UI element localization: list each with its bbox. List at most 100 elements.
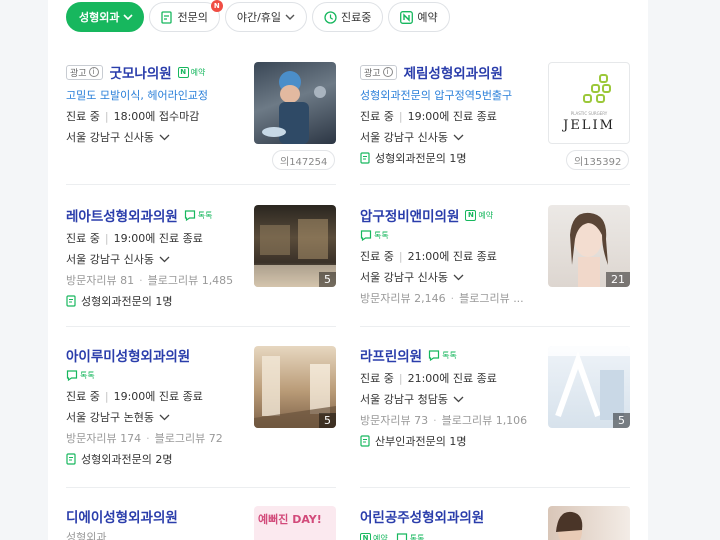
blog-reviews[interactable]: 블로그리뷰 1,485: [148, 272, 234, 288]
naver-booking-icon: N: [465, 209, 477, 221]
clinic-photo[interactable]: 21: [548, 205, 630, 287]
open-status: 진료 중: [66, 390, 100, 403]
chat-icon: [429, 349, 440, 361]
visitor-reviews[interactable]: 방문자리뷰 2,146: [360, 290, 446, 306]
logo-text: JELIM: [563, 118, 615, 133]
visitor-reviews[interactable]: 방문자리뷰 73: [360, 412, 428, 428]
filter-category-chip[interactable]: 성형외과: [66, 2, 145, 32]
registration-number: 의147254: [272, 150, 336, 170]
talk-tag: 톡톡: [396, 532, 424, 540]
visitor-reviews[interactable]: 방문자리뷰 81: [66, 272, 134, 288]
clinic-category: 성형외과: [66, 531, 107, 540]
filter-reservation-chip[interactable]: 예약: [388, 2, 450, 32]
talk-tag: 톡톡: [360, 229, 389, 241]
clinic-name[interactable]: 라프린의원: [360, 345, 422, 365]
specialist-count: 산부인과전문의 1명: [375, 435, 467, 448]
open-status: 진료 중: [66, 110, 100, 123]
filter-open-now-chip[interactable]: 진료중: [312, 2, 384, 32]
filter-specialist-label: 전문의: [177, 11, 208, 24]
clock-icon: [324, 10, 337, 24]
chevron-down-icon: [285, 14, 295, 21]
naver-booking-icon: [400, 10, 414, 24]
clinic-name[interactable]: 제림성형외과의원: [404, 62, 503, 82]
blog-reviews[interactable]: 블로그리뷰 72: [155, 430, 223, 446]
clinic-location: 서울 강남구 신사동: [66, 253, 154, 266]
filter-night-holiday-chip[interactable]: 야간/휴일: [224, 2, 308, 32]
clinic-photo[interactable]: [548, 506, 630, 540]
specialist-count: 성형외과전문의 1명: [375, 152, 467, 165]
closing-time: 19:00에 진료 종료: [113, 390, 203, 403]
talk-tag: 톡톡: [428, 349, 457, 361]
document-icon: [66, 295, 76, 307]
ad-badge[interactable]: 광고 i: [66, 64, 103, 80]
clinic-photo[interactable]: 5: [254, 205, 336, 287]
chevron-down-icon: [453, 396, 464, 402]
document-icon: [360, 435, 370, 447]
photo-count: 5: [319, 413, 336, 428]
chevron-down-icon: [159, 414, 170, 420]
ad-badge[interactable]: 광고 i: [360, 64, 397, 80]
document-icon: [66, 453, 76, 465]
info-icon: i: [382, 67, 393, 77]
chevron-down-icon: [453, 274, 464, 280]
talk-tag: 톡톡: [184, 209, 213, 221]
document-icon: [360, 152, 370, 164]
clinic-location: 서울 강남구 신사동: [66, 131, 154, 144]
filter-reservation-label: 예약: [417, 11, 438, 24]
open-status: 진료 중: [360, 372, 394, 385]
visitor-reviews[interactable]: 방문자리뷰 174: [66, 430, 141, 446]
clinic-name[interactable]: 굿모나의원: [110, 62, 172, 82]
clinic-location: 서울 강남구 신사동: [360, 131, 448, 144]
open-status: 진료 중: [360, 110, 394, 123]
naver-booking-icon: N: [177, 66, 189, 78]
reservation-tag: N 예약: [360, 532, 388, 540]
closing-time: 18:00에 접수마감: [113, 110, 200, 123]
filter-category-label: 성형외과: [79, 11, 120, 24]
chat-icon: [396, 532, 407, 540]
clinic-location: 서울 강남구 청담동: [360, 393, 448, 406]
new-badge: N: [210, 0, 223, 12]
chevron-down-icon: [159, 256, 170, 262]
filter-bar: 성형외과 전문의 N 야간/휴일 진료중 예약: [66, 0, 450, 32]
registration-number: 의135392: [566, 150, 630, 170]
clinic-photo[interactable]: 5: [254, 346, 336, 428]
chevron-down-icon: [123, 13, 134, 21]
photo-count: 5: [319, 272, 336, 287]
blog-reviews[interactable]: 블로그리뷰 ...: [459, 290, 524, 306]
photo-count: 21: [606, 272, 630, 287]
open-status: 진료 중: [66, 232, 100, 245]
clinic-name[interactable]: 디에이성형외과의원: [66, 506, 178, 526]
chat-icon: [184, 209, 195, 221]
clinic-logo[interactable]: JELIM PLASTIC SURGERY: [548, 62, 630, 144]
clinic-name[interactable]: 어린공주성형외과의원: [360, 506, 484, 526]
clinic-location: 서울 강남구 신사동: [360, 271, 448, 284]
specialist-count: 성형외과전문의 2명: [81, 453, 173, 466]
info-icon: i: [88, 67, 99, 77]
photo-count: 5: [613, 413, 630, 428]
filter-open-now-label: 진료중: [341, 11, 372, 24]
naver-booking-icon: N: [360, 532, 371, 540]
chevron-down-icon: [159, 134, 170, 140]
clinic-name[interactable]: 아이루미성형외과의원: [66, 345, 190, 365]
thumb-text: 예뻐진 DAY!: [258, 513, 322, 526]
specialist-count: 성형외과전문의 1명: [81, 295, 173, 308]
chevron-down-icon: [453, 134, 464, 140]
reservation-tag: N 예약: [177, 66, 205, 78]
clinic-photo[interactable]: [254, 62, 336, 144]
blog-reviews[interactable]: 블로그리뷰 1,106: [442, 412, 528, 428]
closing-time: 19:00에 진료 종료: [113, 232, 203, 245]
filter-night-holiday-label: 야간/휴일: [236, 11, 282, 24]
clinic-photo[interactable]: 예뻐진 DAY!: [254, 506, 336, 540]
chat-icon: [66, 369, 78, 381]
talk-tag: 톡톡: [66, 369, 95, 381]
closing-time: 21:00에 진료 종료: [407, 250, 497, 263]
document-icon: [161, 10, 173, 24]
closing-time: 19:00에 진료 종료: [407, 110, 497, 123]
clinic-photo[interactable]: 5: [548, 346, 630, 428]
open-status: 진료 중: [360, 250, 394, 263]
chat-icon: [360, 229, 372, 241]
clinic-location: 서울 강남구 논현동: [66, 411, 154, 424]
clinic-name[interactable]: 압구정비앤미의원: [360, 205, 459, 225]
clinic-name[interactable]: 레아트성형외과의원: [66, 205, 178, 225]
filter-specialist-chip[interactable]: 전문의 N: [149, 0, 223, 32]
